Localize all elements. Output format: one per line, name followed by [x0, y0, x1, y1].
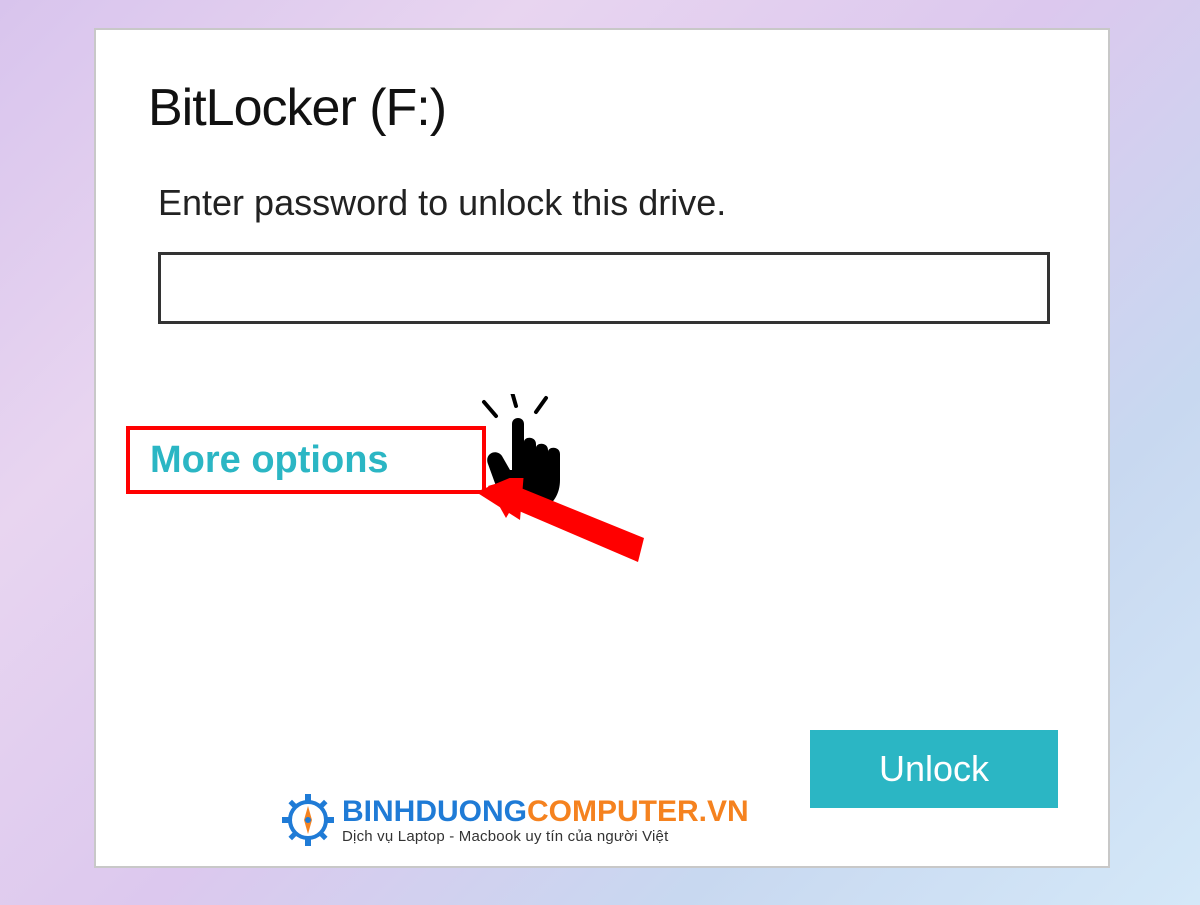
- unlock-button[interactable]: Unlock: [810, 730, 1058, 808]
- more-options-link[interactable]: More options: [150, 439, 389, 482]
- watermark-tagline: Dịch vụ Laptop - Macbook uy tín của ngườ…: [342, 829, 749, 844]
- gear-compass-icon: [282, 794, 334, 846]
- bitlocker-dialog: BitLocker (F:) Enter password to unlock …: [94, 28, 1110, 868]
- watermark-brand: BINHDUONGCOMPUTER.VN: [342, 797, 749, 827]
- password-input[interactable]: [158, 252, 1050, 324]
- dialog-title: BitLocker (F:): [148, 78, 446, 138]
- instruction-text: Enter password to unlock this drive.: [158, 182, 726, 224]
- watermark-text: BINHDUONGCOMPUTER.VN Dịch vụ Laptop - Ma…: [342, 797, 749, 844]
- red-arrow-icon: [476, 478, 656, 578]
- cursor-hand-icon: [474, 394, 604, 524]
- watermark: BINHDUONGCOMPUTER.VN Dịch vụ Laptop - Ma…: [282, 794, 749, 846]
- more-options-highlight: More options: [126, 426, 486, 494]
